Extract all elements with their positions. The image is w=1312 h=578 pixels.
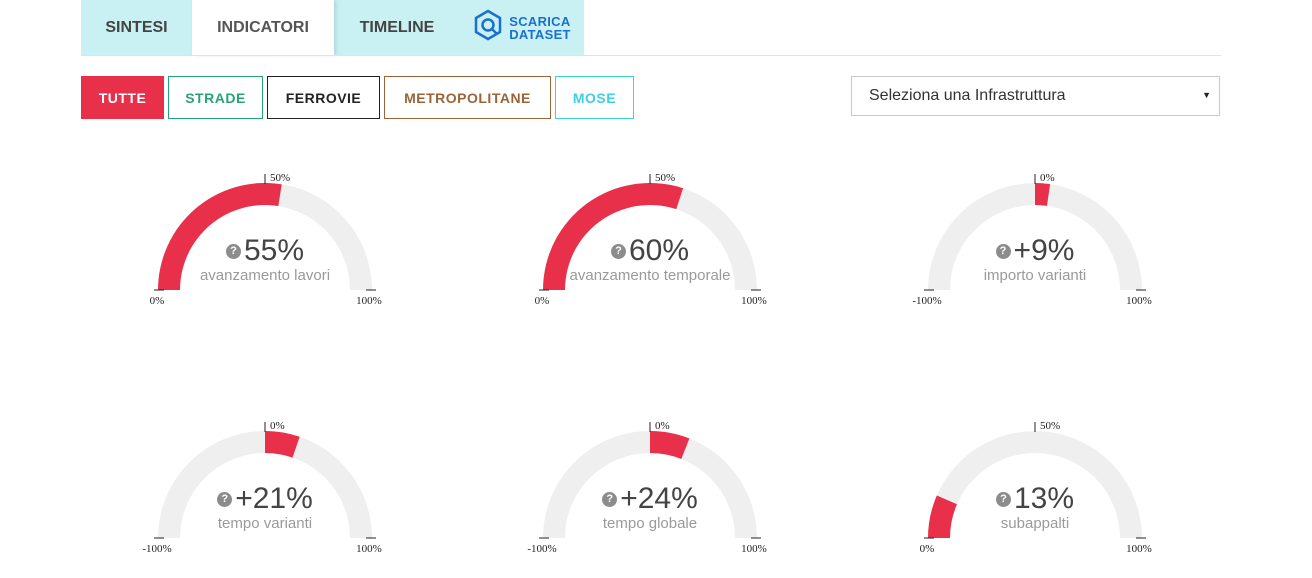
gauge-label: tempo varianti xyxy=(217,515,313,532)
gauge-value-row: ? +24% xyxy=(530,483,770,515)
gauge-mid-label: 0% xyxy=(270,420,285,432)
gauge-max-label: 100% xyxy=(1126,295,1152,307)
gauge-label: importo varianti xyxy=(983,267,1087,284)
gauge-label: avanzamento temporale xyxy=(569,267,731,284)
gauge-center: ? +9% importo varianti xyxy=(915,235,1155,285)
help-icon[interactable]: ? xyxy=(217,491,233,507)
help-icon[interactable]: ? xyxy=(225,243,241,259)
gauge-center: ? 60% avanzamento temporale xyxy=(530,235,770,285)
gauge-value: 60% xyxy=(628,234,690,267)
gauge-label: subappalti xyxy=(1000,515,1070,532)
gauge-value-row: ? 13% xyxy=(915,483,1155,515)
gauge-value: 13% xyxy=(1013,482,1075,515)
gauge-max-label: 100% xyxy=(741,543,767,555)
help-icon[interactable]: ? xyxy=(602,491,618,507)
gauge-value: +9% xyxy=(1013,234,1075,267)
gauge-center: ? +24% tempo globale xyxy=(530,483,770,532)
gauge-max-label: 100% xyxy=(356,295,382,307)
gauge-label: avanzamento lavori xyxy=(199,267,331,284)
gauge-label: tempo globale xyxy=(602,515,698,532)
gauge-min-label: 0% xyxy=(535,295,550,307)
gauge-value-row: ? 60% xyxy=(530,235,770,267)
help-icon[interactable]: ? xyxy=(995,491,1011,507)
gauge-min-label: 0% xyxy=(150,295,165,307)
gauge-min-label: -100% xyxy=(527,543,556,555)
gauge-max-label: 100% xyxy=(356,543,382,555)
gauge-mid-label: 50% xyxy=(270,172,290,184)
gauge-value-row: ? +9% xyxy=(915,235,1155,267)
gauge-mid-label: 0% xyxy=(1040,172,1055,184)
gauge-min-label: -100% xyxy=(912,295,941,307)
gauge-mid-label: 50% xyxy=(1040,420,1060,432)
gauge-mid-label: 0% xyxy=(655,420,670,432)
help-icon[interactable]: ? xyxy=(995,243,1011,259)
gauge-value: +21% xyxy=(235,482,313,515)
gauge-center: ? 55% avanzamento lavori xyxy=(145,235,385,285)
gauge-max-label: 100% xyxy=(1126,543,1152,555)
gauge-max-label: 100% xyxy=(741,295,767,307)
gauge-center: ? 13% subappalti xyxy=(915,483,1155,532)
gauge-center: ? +21% tempo varianti xyxy=(145,483,385,532)
gauge-min-label: 0% xyxy=(920,543,935,555)
gauge-value: 55% xyxy=(243,234,305,267)
gauge-value-row: ? +21% xyxy=(145,483,385,515)
gauge-value-row: ? 55% xyxy=(145,235,385,267)
gauge-value: +24% xyxy=(620,482,698,515)
gauge-mid-label: 50% xyxy=(655,172,675,184)
help-icon[interactable]: ? xyxy=(610,243,626,259)
gauge-min-label: -100% xyxy=(142,543,171,555)
